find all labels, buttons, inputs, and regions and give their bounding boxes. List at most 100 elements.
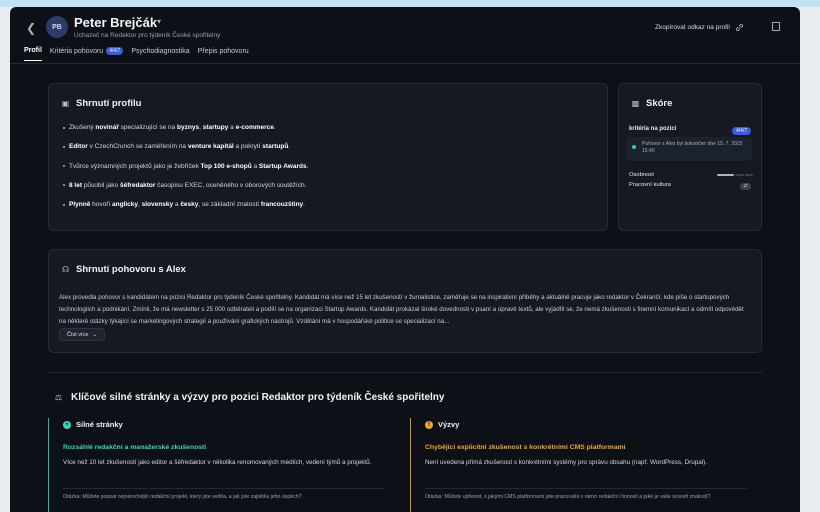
profile-summary-item: 8 let působil jako šéfredaktor časopisu … [63, 182, 593, 189]
profile-summary-list: Zkušený novinář specializující se na byz… [63, 124, 593, 220]
interview-summary-title: ☊ Shrnutí pohovoru s Alex [61, 264, 186, 275]
warning-icon: ! [425, 420, 433, 429]
read-more-button[interactable]: Číst více ⌄ [59, 328, 106, 341]
strength-question: Otázka: Můžete popsat nejnáročnější reda… [63, 488, 385, 501]
personality-bar [717, 174, 753, 176]
tab-label: Psychodiagnostika [131, 47, 190, 55]
profile-summary-title-text: Shrnutí profilu [76, 98, 142, 109]
highlight-text: Plynně [69, 201, 91, 209]
tab-psychodiagnostics[interactable]: Psychodiagnostika [131, 47, 189, 61]
tab-profile[interactable]: Profil [24, 47, 42, 61]
strengths-section-title: ⚖ Klíčové silné stránky a výzvy pro pozi… [54, 392, 445, 403]
avatar: PB [46, 16, 68, 38]
challenges-heading: ! Výzvy [425, 420, 459, 429]
profile-summary-item: Tvůrce významných projektů jako je žebří… [63, 163, 593, 170]
interview-completed-note: Pohovor s Alex byl dokončen dne 15. 7. 2… [626, 137, 752, 161]
highlight-text: česky [180, 201, 199, 209]
personality-label: Osobnost [629, 172, 654, 178]
item-text: hovoří [90, 201, 112, 209]
tab-label: Kritéria pohovoru [49, 47, 104, 55]
item-text: časopisu EXEC, oceněného v oborových sou… [155, 181, 307, 189]
strength-item-title: Rozsáhlé redakční a manažerské zkušenost… [63, 444, 207, 451]
score-title-text: Skóre [646, 98, 673, 109]
item-text: Tvůrce významných projektů jako je žebří… [69, 162, 201, 170]
highlight-text: startupů [262, 143, 289, 151]
highlight-text: venture kapitál [187, 143, 234, 151]
challenge-question: Otázka: Můžete upřesnit, s jakými CMS pl… [425, 488, 747, 501]
profile-summary-item: Zkušený novinář specializující se na byz… [63, 124, 593, 131]
interview-summary-title-text: Shrnutí pohovoru s Alex [76, 264, 186, 275]
document-icon[interactable] [772, 22, 780, 31]
copy-profile-link-button[interactable]: Zkopírovat odkaz na profil [655, 23, 744, 32]
interview-summary-card: ☊ Shrnutí pohovoru s Alex Alex provedla … [48, 249, 762, 353]
highlight-text: byznys [177, 124, 200, 131]
tab-label: Přepis pohovoru [197, 47, 249, 55]
item-text: , se základní znalostí [198, 201, 261, 209]
highlight-text: Top 100 e-shopů [200, 162, 252, 170]
tab-interview-transcript[interactable]: Přepis pohovoru [198, 47, 249, 61]
criteria-score-badge[interactable]: 4/4/7 [732, 127, 752, 135]
challenges-heading-text: Výzvy [438, 420, 460, 429]
highlight-text: slovensky [141, 201, 174, 209]
clipboard-icon: ▣ [61, 99, 70, 108]
challenges-column: ! Výzvy Chybějící explicitní zkušenost s… [410, 418, 750, 512]
score-title: ▩ Skóre [631, 98, 673, 109]
highlight-text: anglicky [112, 201, 139, 209]
plus-circle-icon: + [63, 420, 71, 429]
highlight-text: novinář [95, 124, 119, 131]
item-text: . [303, 201, 305, 209]
highlight-text: francouzštiny [260, 201, 304, 209]
profile-summary-title: ▣ Shrnutí profilu [61, 98, 142, 109]
section-divider [48, 372, 762, 373]
podium-icon: ▩ [631, 99, 640, 108]
swap-icon[interactable]: ⇄ [740, 183, 751, 190]
item-text: a [251, 162, 259, 170]
strengths-column: + Silné stránky Rozsáhlé redakční a mana… [48, 418, 388, 512]
score-card: ▩ Skóre kritéria na pozici 4/4/7 Pohovor… [618, 83, 762, 231]
highlight-text: šéfredaktor [119, 181, 156, 189]
interview-completed-text: Pohovor s Alex byl dokončen dne 15. 7. 2… [642, 141, 743, 154]
window-top-band [0, 0, 820, 7]
avatar-initials: PB [52, 23, 62, 31]
strengths-heading-text: Silné stránky [76, 420, 123, 429]
profile-summary-card: ▣ Shrnutí profilu Zkušený novinář specia… [48, 83, 608, 231]
criteria-badge: 4/4/7 [106, 47, 124, 55]
copy-link-label: Zkopírovat odkaz na profil [655, 24, 730, 31]
highlight-text: 8 let [69, 181, 83, 189]
item-text: a pokrytí [233, 143, 263, 151]
item-text: . [273, 124, 276, 131]
highlight-text: startupy [202, 124, 229, 131]
strengths-heading: + Silné stránky [63, 420, 123, 429]
highlight-text: e-commerce [235, 124, 274, 131]
chevron-down-icon[interactable]: ▾ [157, 17, 161, 26]
item-text: specializující se na [118, 124, 178, 131]
highlight-text: Editor [69, 143, 88, 151]
read-more-label: Číst více [67, 331, 89, 338]
headset-icon: ☊ [61, 265, 70, 274]
tabs-divider [10, 63, 800, 64]
highlight-text: Startup Awards [258, 162, 307, 170]
item-text: v CzechCrunch se zaměřením na [87, 143, 188, 151]
culture-label: Pracovní kultura [629, 182, 671, 188]
item-text: působil jako [82, 181, 120, 189]
item-text: a [228, 124, 236, 131]
criteria-label: kritéria na pozici [629, 126, 677, 132]
tab-label: Profil [24, 47, 42, 54]
back-arrow-icon[interactable]: ❮ [26, 22, 38, 34]
challenge-item-title: Chybějící explicitní zkušenost s konkrét… [425, 444, 626, 451]
item-text: . [306, 162, 309, 170]
link-icon [735, 23, 743, 32]
challenge-item-text: Není uvedena přímá zkušenost s konkrétní… [425, 459, 707, 466]
app-window: ❮ PB Peter Brejčák ▾ Uchazeč na Redaktor… [10, 7, 800, 512]
tab-interview-criteria[interactable]: Kritéria pohovoru 4/4/7 [49, 47, 124, 61]
candidate-name: Peter Brejčák [74, 15, 158, 30]
item-text: . [288, 143, 291, 151]
status-dot [632, 145, 636, 149]
profile-tabs: Profil Kritéria pohovoru 4/4/7 Psychodiag… [24, 47, 249, 61]
item-text: Zkušený [69, 124, 96, 131]
interview-summary-text: Alex provedla pohovor s kandidátem na po… [59, 294, 744, 325]
profile-summary-item: Editor v CzechCrunch se zaměřením na ven… [63, 143, 593, 150]
strength-item-text: Více než 10 let zkušeností jako editor a… [63, 459, 372, 466]
profile-summary-item: Plynně hovoří anglicky, slovensky a česk… [63, 201, 593, 208]
candidate-subtitle: Uchazeč na Redaktor pro týdeník České sp… [74, 32, 221, 39]
